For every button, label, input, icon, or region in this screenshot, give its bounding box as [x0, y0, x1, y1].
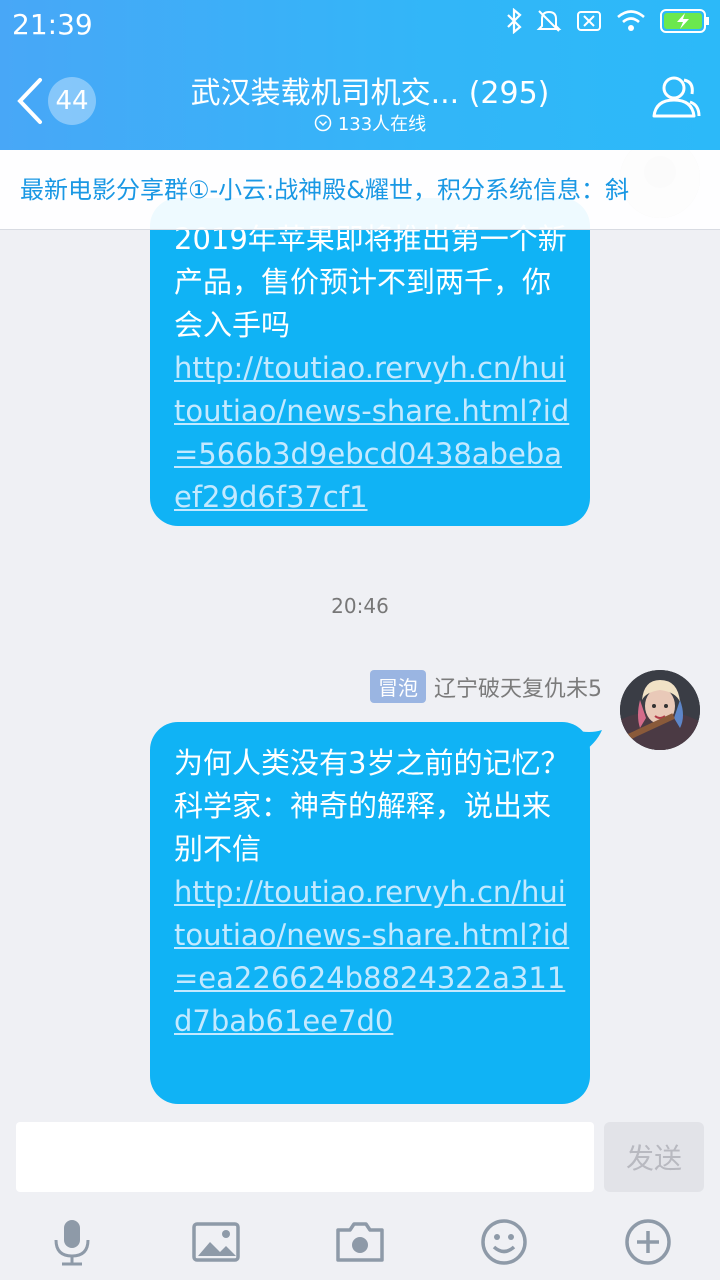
message-bubble[interactable]: 为何人类没有3岁之前的记忆？科学家：神奇的解释，说出来别不信 http://to… [150, 722, 602, 1104]
battery-charging-icon [660, 9, 709, 33]
sender-name[interactable]: 辽宁破天复仇未5 [434, 671, 602, 703]
plus-icon [625, 1219, 671, 1265]
message-link[interactable]: http://toutiao.rervyh.cn/huitoutiao/news… [174, 871, 572, 1043]
camera-icon [336, 1222, 384, 1262]
send-button[interactable]: 发送 [604, 1122, 704, 1192]
wifi-icon [617, 10, 645, 31]
message-input[interactable] [16, 1122, 594, 1192]
sender-info: 冒泡 辽宁破天复仇未5 [370, 670, 602, 703]
bubble-tail [574, 730, 602, 754]
voice-button[interactable] [46, 1216, 98, 1268]
group-notice-bar[interactable]: 最新电影分享群①-小云:战神殿&耀世，积分系统信息：斜 [0, 150, 720, 230]
emoji-icon [481, 1219, 527, 1265]
online-status[interactable]: 133人在线 [180, 110, 560, 136]
group-title[interactable]: 武汉装载机司机交... (295) [180, 68, 560, 112]
message-text: 为何人类没有3岁之前的记忆？科学家：神奇的解释，说出来别不信 [174, 746, 570, 866]
no-sim-icon [577, 11, 601, 31]
sender-avatar[interactable] [620, 670, 700, 750]
chat-header: 21:39 44 武汉装载机司机交... (295) 133人在线 [0, 0, 720, 150]
bluetooth-icon [507, 8, 522, 34]
chevron-down-circle-icon [314, 114, 332, 132]
unread-count-badge: 44 [48, 77, 96, 125]
status-icons [506, 8, 710, 34]
message-link[interactable]: http://toutiao.rervyh.cn/huitoutiao/news… [174, 347, 572, 519]
member-level-tag: 冒泡 [370, 670, 426, 703]
group-members-icon[interactable] [650, 72, 702, 124]
more-button[interactable] [622, 1216, 674, 1268]
image-icon [192, 1222, 240, 1262]
message-timestamp: 20:46 [331, 594, 389, 618]
mute-icon [536, 10, 562, 32]
status-time: 21:39 [12, 8, 93, 41]
message-text: 2019年苹果即将推出第一个新产品，售价预计不到两千，你会入手吗 [174, 222, 567, 342]
emoji-button[interactable] [478, 1216, 530, 1268]
microphone-icon [54, 1220, 90, 1266]
input-bar: 发送 [0, 1110, 720, 1280]
camera-button[interactable] [334, 1216, 386, 1268]
message-list[interactable]: 2019年苹果即将推出第一个新产品，售价预计不到两千，你会入手吗 http://… [0, 150, 720, 1110]
image-button[interactable] [190, 1216, 242, 1268]
back-button[interactable]: 44 [12, 74, 96, 128]
message-bubble[interactable]: 2019年苹果即将推出第一个新产品，售价预计不到两千，你会入手吗 http://… [150, 198, 590, 526]
input-toolbar [0, 1208, 720, 1280]
online-count: 133人在线 [337, 114, 427, 135]
back-chevron-icon [17, 78, 42, 124]
